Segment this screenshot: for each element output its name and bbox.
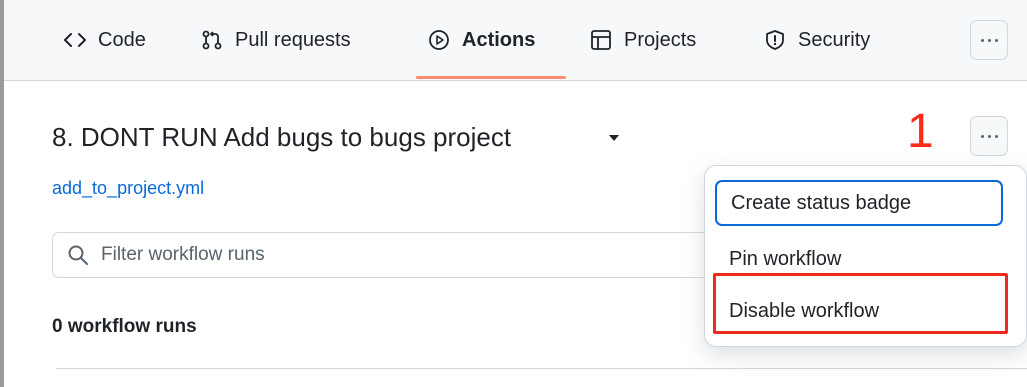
workflow-actions-menu: Create status badge Pin workflow Disable… (704, 165, 1027, 347)
tab-security-label: Security (798, 28, 871, 51)
search-icon (67, 244, 89, 266)
tab-code-label: Code (98, 28, 146, 51)
shield-icon (762, 28, 788, 52)
code-icon (62, 28, 88, 52)
play-icon (426, 28, 452, 52)
filter-workflow-runs-input[interactable]: Filter workflow runs (52, 232, 752, 278)
tab-code[interactable]: Code (62, 22, 146, 58)
active-tab-indicator (416, 76, 566, 79)
tab-pull-requests-label: Pull requests (235, 28, 351, 51)
nav-more-button[interactable] (970, 20, 1008, 60)
git-pull-request-icon (199, 28, 225, 52)
kebab-horizontal-icon (980, 134, 998, 138)
tab-actions[interactable]: Actions (426, 22, 535, 58)
tab-projects-label: Projects (624, 28, 697, 51)
tab-pull-requests[interactable]: Pull requests (199, 22, 351, 58)
divider (56, 368, 1027, 369)
repo-actions-page: Code Pull requests Actions Projects Secu (4, 0, 1027, 387)
workflow-title: 8. DONT RUN Add bugs to bugs project (52, 122, 512, 152)
tab-projects[interactable]: Projects (588, 22, 696, 58)
table-icon (588, 28, 614, 52)
annotation-step-number: 1 (907, 105, 934, 158)
workflow-menu-button[interactable] (970, 116, 1008, 156)
menu-item-create-status-badge[interactable]: Create status badge (715, 180, 1003, 226)
tab-security[interactable]: Security (762, 22, 870, 58)
kebab-horizontal-icon (980, 38, 998, 42)
workflow-title-dropdown-caret[interactable] (609, 135, 619, 141)
repo-nav: Code Pull requests Actions Projects Secu (4, 0, 1027, 81)
workflow-file-link[interactable]: add_to_project.yml (52, 178, 204, 199)
annotation-highlight-box (713, 273, 1008, 334)
filter-placeholder: Filter workflow runs (101, 244, 265, 265)
workflow-runs-count: 0 workflow runs (52, 316, 197, 337)
tab-actions-label: Actions (462, 28, 536, 51)
